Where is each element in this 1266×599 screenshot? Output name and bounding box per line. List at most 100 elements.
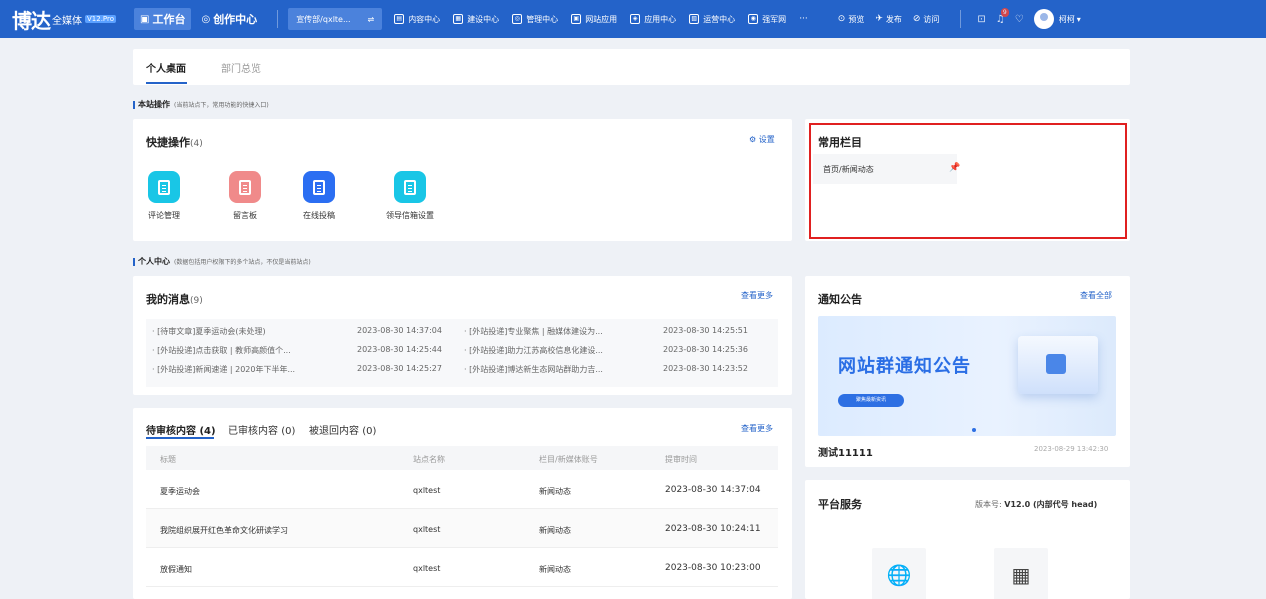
row-time: 2023-08-30 10:24:11 (665, 524, 761, 534)
nav-manage-center[interactable]: ◎ 管理中心 (512, 14, 558, 25)
highlight-box (809, 123, 1127, 239)
mode-tab-workbench[interactable]: ▣ 工作台 (134, 8, 192, 30)
publish-button[interactable]: ✈ 发布 (875, 14, 902, 25)
settings-link[interactable]: ⚙ 设置 (749, 134, 775, 145)
monitor-illustration (1018, 336, 1098, 394)
review-more-link[interactable]: 查看更多 (741, 423, 773, 434)
tab-label: 待审核内容 (146, 426, 196, 437)
table-row[interactable]: 放假通知 qxltest 新闻动态 2023-08-30 10:23:00 (146, 548, 778, 587)
comment-manage-icon (148, 171, 180, 203)
row-title[interactable]: 夏季运动会 (160, 486, 200, 497)
row-title[interactable]: 我院组织展开红色革命文化研读学习 (160, 525, 288, 536)
platform-title: 平台服务 (818, 498, 862, 511)
review-card: 待审核内容 (4) 已审核内容 (0) 被退回内容 (0) 查看更多 标题 站点… (133, 408, 792, 599)
content-center-icon: ▤ (394, 14, 405, 24)
message-time: 2023-08-30 14:23:52 (663, 364, 748, 373)
logo[interactable]: 博达 全媒体 V12.Pro (12, 5, 134, 34)
tab-returned[interactable]: 被退回内容 (0) (309, 422, 376, 437)
table-row[interactable]: 我院组织展开红色革命文化研读学习 qxltest 新闻动态 2023-08-30… (146, 509, 778, 548)
nav-site-apps[interactable]: ▣ 网站应用 (571, 14, 617, 25)
quick-actions-title: 快捷操作(4) (146, 134, 203, 150)
messages-title: 我的消息(9) (146, 291, 203, 307)
nav-more-button[interactable]: ··· (799, 14, 808, 24)
build-center-icon: ▦ (453, 14, 464, 24)
banner-button[interactable]: 聚焦最新资讯 (838, 394, 904, 407)
message-text[interactable]: · [外站投递]助力江苏高校信息化建设... (464, 345, 603, 356)
column-header: 提审时间 (665, 455, 697, 464)
message-text[interactable]: · [外站投递]点击获取 | 教师高颜值个... (152, 345, 291, 356)
messages-count: (9) (190, 296, 203, 306)
carousel-indicator[interactable] (972, 428, 976, 432)
scan-icon[interactable]: ⊡ (977, 14, 985, 25)
avatar[interactable] (1033, 9, 1054, 29)
quick-action-comments[interactable]: 评论管理 (139, 171, 189, 221)
messages-more-link[interactable]: 查看更多 (741, 290, 773, 301)
headset-icon[interactable]: ♡ (1015, 14, 1024, 25)
message-text[interactable]: · [外站投递]新闻速递 | 2020年下半年... (152, 364, 295, 375)
nav-app-center[interactable]: ◈ 应用中心 (630, 14, 676, 25)
nav-qiangjun[interactable]: ◉ 强军网 (748, 14, 786, 25)
message-text[interactable]: · [外站投递]博达新生态网站群助力吉... (464, 364, 603, 375)
site-ops-subtitle: (当前站点下，常用功能的快捷入口) (174, 102, 269, 109)
visit-button[interactable]: ⊘ 访问 (913, 14, 940, 25)
logo-text: 全媒体 (52, 15, 82, 27)
site-ops-heading: 本站操作 (当前站点下，常用功能的快捷入口) (133, 99, 269, 110)
notice-card: 通知公告 查看全部 网站群通知公告 聚焦最新资讯 测试11111 2023-08… (805, 276, 1130, 467)
row-title[interactable]: 放假通知 (160, 564, 192, 575)
heading-marker (133, 100, 135, 109)
divider (960, 10, 962, 28)
quick-action-online-submission[interactable]: 在线投稿 (294, 171, 344, 221)
divider (277, 10, 279, 28)
column-header: 栏目/新媒体账号 (539, 455, 598, 464)
mode-tab-label: 创作中心 (213, 13, 258, 26)
site-select[interactable]: 宣传部/qxlte... ⇌ (288, 8, 383, 30)
creation-icon: ◎ (201, 13, 211, 25)
nav-build-center[interactable]: ▦ 建设中心 (453, 14, 499, 25)
column-header: 标题 (160, 455, 176, 464)
nav-ops-center[interactable]: ▧ 运营中心 (689, 14, 735, 25)
tab-personal-desktop[interactable]: 个人桌面 (146, 60, 186, 75)
quick-action-message-board[interactable]: 留言板 (220, 171, 270, 221)
qrcode-icon: ▦ (1011, 563, 1031, 587)
settings-label: 设置 (758, 135, 775, 144)
message-text[interactable]: · [外站投递]专业聚焦 | 融媒体建设为... (464, 326, 603, 337)
tab-pending-review[interactable]: 待审核内容 (4) (146, 422, 216, 437)
site-apps-icon: ▣ (571, 14, 582, 24)
bell-icon[interactable]: ♫ 9 (996, 7, 1009, 25)
row-site: qxltest (413, 564, 441, 573)
quick-action-label: 在线投稿 (303, 211, 335, 220)
nav-content-center[interactable]: ▤ 内容中心 (394, 14, 440, 25)
notice-view-all-link[interactable]: 查看全部 (1080, 290, 1112, 301)
user-name[interactable]: 柯柯 (1059, 14, 1075, 25)
message-text[interactable]: · [待审文章]夏季运动会(未处理) (152, 326, 266, 337)
notice-item-title[interactable]: 测试11111 (818, 444, 873, 459)
message-board-icon (229, 171, 261, 203)
tab-count: (0) (281, 426, 296, 437)
personal-center-heading: 个人中心 (数据包括用户权限下的多个站点，不仅是当前站点) (133, 256, 311, 267)
tab-count: (0) (362, 426, 377, 437)
table-header: 标题 站点名称 栏目/新媒体账号 提审时间 (146, 446, 778, 470)
main-nav: ▤ 内容中心 ▦ 建设中心 ◎ 管理中心 ▣ 网站应用 ◈ 应用中心 ▧ 运营中心 ◉ 强军网… (394, 14, 838, 25)
quick-action-label: 领导信箱设置 (386, 211, 434, 220)
nav-label: 建设中心 (467, 14, 500, 24)
version-label: 版本号: (975, 500, 1002, 509)
tab-department-overview[interactable]: 部门总览 (221, 60, 261, 75)
chevron-down-icon[interactable]: ▾ (1077, 15, 1081, 24)
website-service[interactable]: 🌐 (872, 548, 926, 599)
qrcode-service[interactable]: ▦ (994, 548, 1048, 599)
nav-label: 运营中心 (703, 14, 736, 24)
notice-item-date: 2023-08-29 13:42:30 (1034, 445, 1109, 453)
quick-action-label: 评论管理 (148, 211, 180, 220)
tab-reviewed[interactable]: 已审核内容 (0) (228, 422, 295, 437)
quick-action-leader-mailbox[interactable]: 领导信箱设置 (378, 171, 442, 221)
row-time: 2023-08-30 14:37:04 (665, 485, 761, 495)
mode-tab-creation[interactable]: ◎ 创作中心 (195, 8, 263, 30)
version-info: 版本号: V12.0 (内部代号 head) (975, 499, 1097, 510)
table-row[interactable]: 夏季运动会 qxltest 新闻动态 2023-08-30 14:37:04 (146, 470, 778, 509)
qiangjun-icon: ◉ (748, 14, 759, 24)
notice-banner[interactable]: 网站群通知公告 聚焦最新资讯 (818, 316, 1116, 436)
preview-button[interactable]: ⊙ 预览 (838, 14, 865, 25)
column-header: 站点名称 (413, 455, 445, 464)
message-time: 2023-08-30 14:37:04 (357, 326, 442, 335)
row-time: 2023-08-30 10:23:00 (665, 563, 761, 573)
